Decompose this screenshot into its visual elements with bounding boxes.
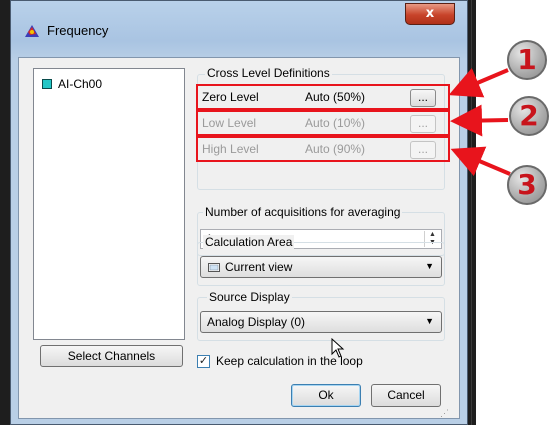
annotation-marker-3: 3 [507, 165, 547, 205]
annotation-marker-1: 1 [507, 40, 547, 80]
arrow-1 [448, 67, 509, 98]
arrow-3 [450, 146, 511, 177]
annotation-arrows [448, 67, 511, 177]
annotation-marker-2: 2 [509, 96, 549, 136]
arrow-2 [450, 104, 509, 137]
